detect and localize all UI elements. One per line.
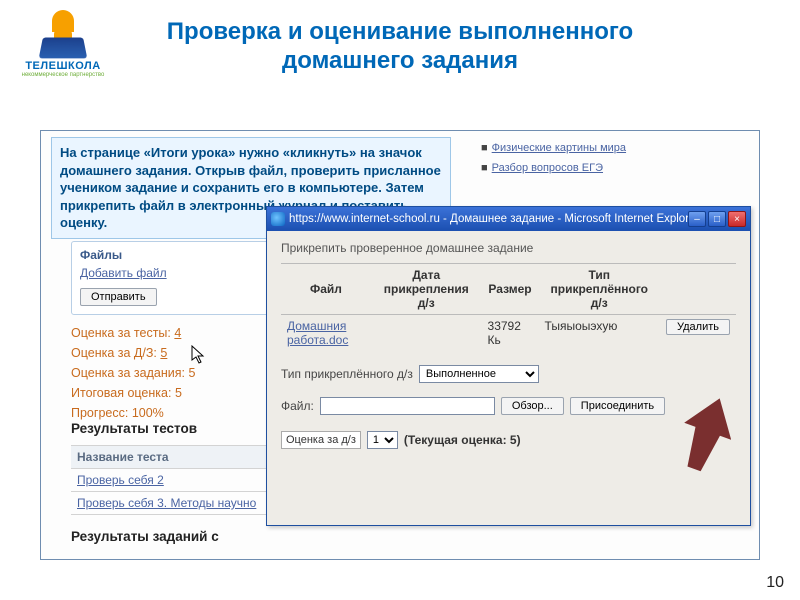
section-test-results: Результаты тестов (71, 421, 197, 436)
grade-final-value: 5 (175, 386, 182, 400)
add-file-link[interactable]: Добавить файл (80, 266, 167, 280)
tests-column-header: Название теста (71, 446, 281, 469)
grade-tests-value[interactable]: 4 (174, 326, 181, 340)
dialog-title: https://www.internet-school.ru - Домашне… (289, 213, 688, 225)
attachment-date (371, 315, 482, 352)
logo-brand: ТЕЛЕШКОЛА (18, 60, 108, 72)
type-label: Тип прикреплённого д/з (281, 367, 413, 381)
logo-subtitle: некоммерческое партнерство (18, 72, 108, 78)
progress-label: Прогресс: (71, 406, 128, 420)
grade-tests-label: Оценка за тесты: (71, 326, 171, 340)
files-header: Файлы (80, 248, 282, 262)
slide-title: Проверка и оценивание выполненного домаш… (0, 0, 800, 86)
grade-hw-label: Оценка за Д/З: (71, 346, 157, 360)
file-label: Файл: (281, 399, 314, 413)
grade-hw-value[interactable]: 5 (160, 346, 167, 360)
pointer-arrow (681, 396, 731, 476)
test-link[interactable]: Проверь себя 3. Методы научно (77, 496, 256, 510)
col-type: Тип прикреплённого д/з (539, 264, 660, 315)
col-date: Дата прикрепления д/з (371, 264, 482, 315)
tests-table: Название теста Проверь себя 2 Проверь се… (71, 445, 281, 515)
current-grade: (Текущая оценка: 5) (404, 433, 521, 447)
attachment-table: Файл Дата прикрепления д/з Размер Тип пр… (281, 263, 736, 351)
close-button[interactable]: × (728, 211, 746, 227)
link-physics[interactable]: Физические картины мира (492, 142, 626, 154)
send-button[interactable]: Отправить (80, 288, 157, 306)
grade-box-label: Оценка за д/з (281, 431, 361, 449)
progress-value: 100% (132, 406, 164, 420)
browse-button[interactable]: Обзор... (501, 397, 564, 415)
col-size: Размер (482, 264, 539, 315)
minimize-button[interactable]: – (688, 211, 706, 227)
maximize-button[interactable]: □ (708, 211, 726, 227)
dialog-titlebar[interactable]: https://www.internet-school.ru - Домашне… (267, 207, 750, 231)
link-ege[interactable]: Разбор вопросов ЕГЭ (492, 162, 603, 174)
files-panel: Файлы Добавить файл Отправить (71, 241, 291, 315)
test-link[interactable]: Проверь себя 2 (77, 473, 164, 487)
cursor-icon (191, 345, 207, 368)
page-number: 10 (766, 574, 784, 592)
attachment-size: 33792 Кь (482, 315, 539, 352)
delete-button[interactable]: Удалить (666, 319, 730, 335)
attach-button[interactable]: Присоединить (570, 397, 665, 415)
grades-block: Оценка за тесты: 4 Оценка за Д/З: 5 Оцен… (71, 323, 195, 423)
file-input[interactable] (320, 397, 495, 415)
right-links: ■Физические картины мира ■Разбор вопросо… (481, 139, 626, 179)
ie-icon (271, 212, 285, 226)
grade-select[interactable]: 1 (367, 431, 398, 449)
attachment-type: Тыяыоыэхую (539, 315, 660, 352)
logo: ТЕЛЕШКОЛА некоммерческое партнерство (18, 10, 108, 78)
attachment-type-select[interactable]: Выполненное (419, 365, 539, 383)
section-task-results: Результаты заданий с (71, 529, 219, 544)
homework-dialog: https://www.internet-school.ru - Домашне… (266, 206, 751, 526)
grade-final-label: Итоговая оценка: (71, 386, 171, 400)
attachment-file-link[interactable]: Домашния работа.doc (287, 319, 348, 347)
col-file: Файл (281, 264, 371, 315)
dialog-caption: Прикрепить проверенное домашнее задание (281, 241, 736, 255)
main-stage: На странице «Итоги урока» нужно «кликнут… (40, 130, 760, 560)
grade-tasks-value: 5 (188, 366, 195, 380)
dialog-body: Прикрепить проверенное домашнее задание … (267, 231, 750, 459)
attachment-row: Домашния работа.doc 33792 Кь Тыяыоыэхую … (281, 315, 736, 352)
grade-tasks-label: Оценка за задания: (71, 366, 185, 380)
